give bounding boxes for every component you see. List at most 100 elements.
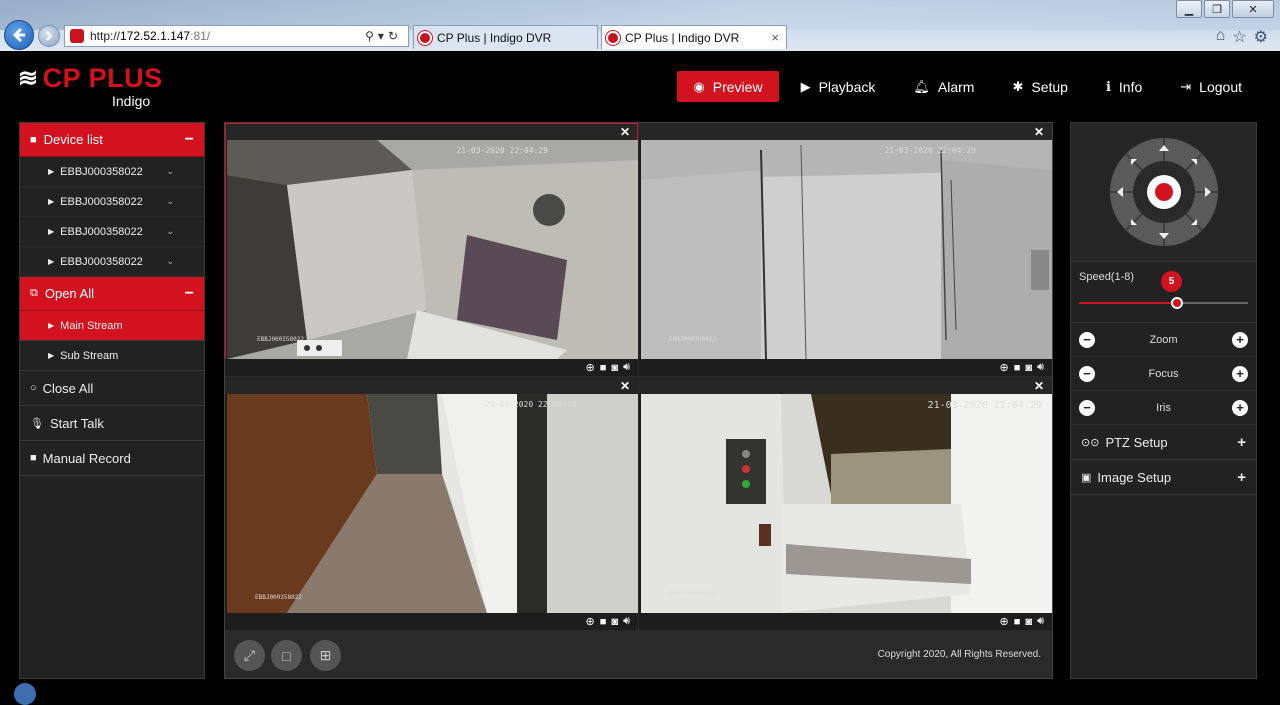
url-text[interactable]: http://172.52.1.147:81/ (90, 29, 210, 43)
audio-icon[interactable]: 🔊︎ (623, 615, 630, 628)
manual-record-button[interactable]: ■ Manual Record (20, 441, 204, 476)
tab-close-icon[interactable]: × (771, 30, 779, 45)
device-name: EBBJ000358022 (60, 165, 143, 178)
sub-stream-item[interactable]: ▶ Sub Stream (20, 341, 204, 371)
browser-tab-1[interactable]: CP Plus | Indigo DVR (413, 25, 598, 49)
open-all-header[interactable]: ⧉ Open All − (20, 277, 204, 311)
pane-toolbar: ⊕ ■ ◙ 🔊︎ (225, 359, 638, 376)
fullscreen-button[interactable]: ⤢ (234, 640, 265, 671)
nav-logout[interactable]: ⇥ Logout (1164, 71, 1258, 102)
expand-plus-icon[interactable]: + (1237, 434, 1246, 451)
close-all-button[interactable]: ○ Close All (20, 371, 204, 406)
address-tools[interactable]: ⚲▾↻ (365, 29, 402, 43)
caret-right-icon: ▶ (48, 227, 55, 236)
forward-button[interactable] (38, 25, 60, 47)
audio-icon[interactable]: 🔊︎ (1037, 361, 1044, 374)
zoom-in-icon[interactable]: ⊕ (1000, 615, 1009, 628)
focus-plus-button[interactable]: + (1232, 365, 1248, 382)
nav-alarm[interactable]: 🔔︎ Alarm (897, 71, 990, 102)
video-pane-2[interactable]: ✕ 21-03-2020 22:04:29 EBBJ000358022 ⊕ ■ … (639, 123, 1052, 376)
quad-view-button[interactable]: ⊞ (310, 640, 341, 671)
bell-icon: 🔔︎ (913, 78, 930, 94)
collapse-icon[interactable]: − (185, 285, 194, 303)
single-view-button[interactable]: □ (271, 640, 302, 671)
camera-feed-2: 21-03-2020 22:04:29 EBBJ000358022 (641, 140, 1052, 359)
video-pane-1[interactable]: ✕ 21-03-2020 22:04:29 EBBJ000358022 ⊕ ■ … (225, 123, 638, 376)
search-icon[interactable]: ⚲ (365, 29, 378, 43)
audio-icon[interactable]: 🔊︎ (1037, 615, 1044, 628)
device-item[interactable]: ▶ EBBJ000358022 ⌄ (20, 187, 204, 217)
video-pane-4[interactable]: ✕ 21-03-2020 22:04:29 EBBJ000358022 ⊕ ■ … (639, 377, 1052, 630)
close-icon[interactable]: ✕ (1034, 125, 1044, 139)
nav-label: Alarm (937, 78, 975, 95)
pane-header: ✕ (225, 377, 638, 394)
video-pane-3[interactable]: ✕ 21-03-2020 22:04:28 EBBJ000358022 ⊕ ■ … (225, 377, 638, 630)
collapse-icon[interactable]: − (185, 131, 194, 149)
speed-slider[interactable] (1079, 297, 1248, 309)
ptz-setup-section[interactable]: ⊙⊙ PTZ Setup + (1071, 425, 1256, 460)
speed-slider-handle[interactable] (1171, 297, 1184, 309)
iris-plus-button[interactable]: + (1231, 399, 1248, 416)
zoom-in-icon[interactable]: ⊕ (1000, 361, 1009, 374)
ptz-direction-pad[interactable] (1109, 137, 1219, 247)
close-window-button[interactable]: ✕ (1232, 0, 1274, 18)
star-icon[interactable]: ☆ (1232, 27, 1246, 47)
nav-label: Setup (1031, 78, 1068, 95)
single-square-icon: □ (282, 647, 291, 664)
arrow-left-icon (12, 27, 25, 43)
chevron-down-icon[interactable]: ⌄ (166, 256, 174, 267)
device-item[interactable]: ▶ EBBJ000358022 ⌄ (20, 217, 204, 247)
chevron-down-icon[interactable]: ⌄ (166, 226, 174, 237)
device-item[interactable]: ▶ EBBJ000358022 ⌄ (20, 247, 204, 277)
ptz-dial-area (1071, 123, 1256, 262)
chevron-down-icon[interactable]: ⌄ (166, 166, 174, 177)
settings-gear-icon[interactable]: ⚙ (1254, 27, 1268, 47)
camera-snapshot-icon[interactable]: ◙ (611, 616, 618, 628)
zoom-in-icon[interactable]: ⊕ (586, 615, 595, 628)
image-setup-section[interactable]: ▣ Image Setup + (1071, 460, 1256, 495)
left-sidebar: ■ Device list − ▶ EBBJ000358022 ⌄ ▶ EBBJ000… (19, 122, 205, 679)
video-record-icon[interactable]: ■ (1014, 362, 1021, 374)
close-icon[interactable]: ✕ (1034, 379, 1044, 393)
pane-toolbar: ⊕ ■ ◙ 🔊︎ (639, 359, 1052, 376)
video-record-icon[interactable]: ■ (1014, 616, 1021, 628)
nav-setup[interactable]: ✱ Setup (996, 71, 1084, 102)
zoom-in-icon[interactable]: ⊕ (586, 361, 595, 374)
close-icon[interactable]: ✕ (620, 379, 630, 393)
zoom-in-button[interactable]: + (1232, 331, 1248, 348)
device-name: EBBJ000358022 (60, 225, 143, 238)
tab-title: CP Plus | Indigo DVR (625, 30, 740, 45)
camera-label-overlay: EBBJ000358022 (255, 594, 302, 601)
back-button[interactable] (4, 20, 34, 50)
video-record-icon[interactable]: ■ (600, 616, 607, 628)
minimize-button[interactable]: ▁ (1176, 0, 1202, 18)
start-talk-button[interactable]: 🎙︎ Start Talk (20, 406, 204, 441)
address-bar[interactable]: http://172.52.1.147:81/ ⚲▾↻ (64, 25, 409, 47)
camera-snapshot-icon[interactable]: ◙ (611, 362, 618, 374)
device-item[interactable]: ▶ EBBJ000358022 ⌄ (20, 157, 204, 187)
device-list-header[interactable]: ■ Device list − (20, 123, 204, 157)
camera-snapshot-icon[interactable]: ◙ (1025, 616, 1032, 628)
iris-minus-button[interactable]: − (1079, 399, 1095, 416)
pane-header: ✕ (639, 123, 1052, 140)
maximize-button[interactable]: ❐ (1204, 0, 1230, 18)
focus-minus-button[interactable]: − (1079, 365, 1095, 382)
nav-preview[interactable]: ◉ Preview (677, 71, 779, 102)
main-stream-item[interactable]: ▶ Main Stream (20, 311, 204, 341)
audio-icon[interactable]: 🔊︎ (623, 361, 630, 374)
chevron-down-icon[interactable]: ⌄ (166, 196, 174, 207)
refresh-icon[interactable]: ↻ (388, 29, 402, 43)
start-talk-label: Start Talk (49, 415, 104, 431)
camera-feed-image (641, 394, 1052, 613)
camera-snapshot-icon[interactable]: ◙ (1025, 362, 1032, 374)
video-record-icon[interactable]: ■ (600, 362, 607, 374)
zoom-out-button[interactable]: − (1079, 331, 1095, 348)
home-icon[interactable]: ⌂ (1216, 27, 1226, 47)
camera-feed-image (227, 140, 638, 359)
expand-plus-icon[interactable]: + (1237, 469, 1246, 486)
image-icon: ▣ (1081, 471, 1092, 484)
nav-info[interactable]: ℹ Info (1090, 71, 1158, 102)
browser-tab-2-active[interactable]: CP Plus | Indigo DVR × (601, 25, 787, 49)
nav-playback[interactable]: ▶ Playback (785, 71, 892, 102)
close-icon[interactable]: ✕ (620, 125, 630, 139)
